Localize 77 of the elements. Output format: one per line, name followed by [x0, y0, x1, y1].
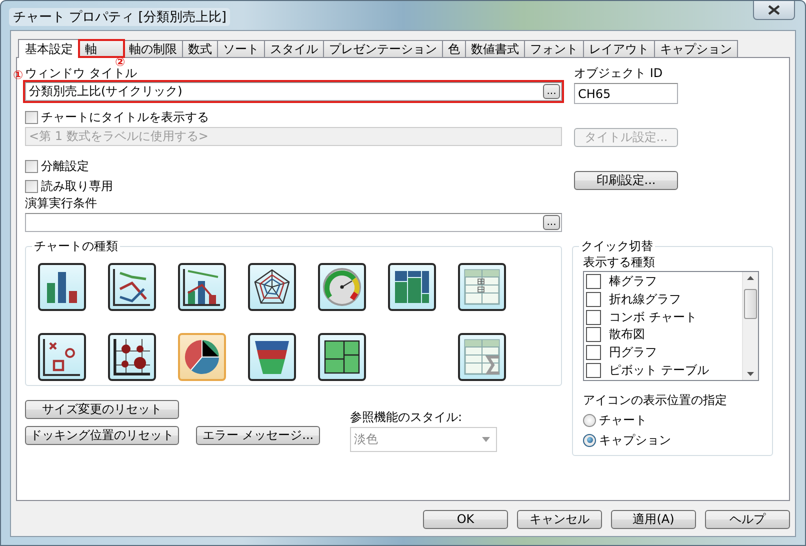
checkbox[interactable] — [25, 160, 38, 172]
checkbox[interactable] — [586, 292, 601, 307]
tab[interactable]: フォント — [524, 40, 584, 57]
list-label: 表示する種類 — [583, 255, 656, 270]
chart-type-button[interactable] — [178, 333, 226, 381]
tab[interactable]: ソート — [217, 40, 265, 57]
dialog-button[interactable]: ヘルプ — [705, 510, 790, 529]
list-item-label: 棒グラフ — [609, 273, 657, 290]
checkbox[interactable] — [586, 362, 601, 378]
checkbox[interactable] — [586, 310, 601, 325]
annotation-number: ① — [13, 69, 24, 81]
list-item-label: ピボット テーブル — [609, 362, 709, 379]
tab[interactable]: キャプション — [654, 40, 738, 57]
error-message-button[interactable]: エラー メッセージ... — [196, 426, 320, 445]
field-label: ウィンドウ タイトル — [25, 66, 137, 81]
chart-type-button[interactable] — [38, 263, 86, 311]
scroll-down-icon[interactable] — [747, 372, 754, 376]
checkbox[interactable] — [586, 345, 601, 360]
browse-button[interactable]: ... — [543, 215, 560, 230]
field-label: 演算実行条件 — [25, 196, 98, 211]
radio-button[interactable] — [583, 434, 596, 446]
scroll-up-icon[interactable] — [747, 276, 754, 280]
dialog-button[interactable]: OK — [423, 510, 508, 529]
checkbox[interactable] — [25, 110, 38, 124]
window-title: チャート プロパティ [分類別売上比] — [9, 8, 230, 26]
browse-button[interactable]: ... — [543, 84, 560, 99]
group-title: チャートの種類 — [32, 239, 120, 254]
list-item-label: 円グラフ — [609, 344, 657, 362]
checkbox-label: 読み取り専用 — [41, 178, 113, 194]
checkbox[interactable] — [586, 327, 601, 342]
condition-field[interactable]: ... — [25, 213, 562, 232]
window-title-field[interactable]: 分類別売上比(サイクリック) ... — [25, 82, 562, 101]
chart-type-button[interactable] — [458, 263, 506, 311]
radio-label: キャプション — [599, 432, 671, 448]
close-button[interactable] — [753, 1, 795, 20]
chart-type-button[interactable] — [248, 263, 296, 311]
tab[interactable]: 数式 — [182, 40, 218, 57]
list-item-label: 折れ線グラフ — [609, 291, 681, 308]
reset-size-button[interactable]: サイズ変更のリセット — [25, 400, 179, 419]
list-item-label: 散布図 — [609, 326, 645, 344]
print-settings-button[interactable]: 印刷設定... — [574, 171, 678, 190]
tab[interactable]: レイアウト — [583, 40, 655, 57]
dialog-button[interactable]: 適用(A) — [611, 510, 696, 529]
chart-type-button[interactable] — [318, 263, 366, 311]
field-label: 参照機能のスタイル: — [350, 410, 464, 425]
chart-type-button[interactable] — [178, 263, 226, 311]
tab[interactable]: 軸の制限 — [123, 40, 183, 57]
chart-type-button[interactable] — [248, 333, 296, 381]
chart-type-button[interactable] — [108, 263, 156, 311]
tab[interactable]: 基本設定 — [18, 39, 80, 58]
checkbox-label: 分離設定 — [41, 158, 89, 174]
checkbox-label: チャートにタイトルを表示する — [41, 108, 209, 126]
radio-group-label: アイコンの表示位置の指定 — [583, 393, 728, 408]
chart-type-button[interactable] — [38, 333, 86, 381]
tab[interactable]: 色 — [442, 40, 466, 57]
field-label: オブジェクト ID — [574, 66, 664, 81]
radio-label: チャート — [599, 412, 647, 428]
close-icon — [768, 5, 780, 15]
chart-type-button[interactable] — [388, 263, 436, 311]
group-title: クイック切替 — [579, 239, 655, 254]
dialog-button[interactable]: キャンセル — [517, 510, 602, 529]
checkbox[interactable] — [586, 274, 601, 290]
dropdown-arrow-icon — [482, 437, 490, 442]
scroll-thumb[interactable] — [744, 289, 757, 319]
reset-docking-button[interactable]: ドッキング位置のリセット — [25, 426, 179, 445]
chart-type-button[interactable] — [458, 333, 506, 381]
object-id-field[interactable]: CH65 — [574, 83, 678, 104]
tab[interactable]: スタイル — [264, 40, 324, 57]
tab[interactable]: 数値書式 — [465, 40, 525, 57]
tab[interactable]: プレゼンテーション — [323, 40, 443, 57]
list-item-label: コンボ チャート — [609, 308, 697, 326]
radio-button[interactable] — [583, 414, 596, 426]
chart-type-button[interactable] — [108, 333, 156, 381]
checkbox[interactable] — [25, 180, 38, 192]
chart-type-button[interactable] — [318, 333, 366, 381]
scrollbar[interactable] — [742, 272, 758, 380]
tab[interactable]: 軸 — [79, 40, 124, 57]
